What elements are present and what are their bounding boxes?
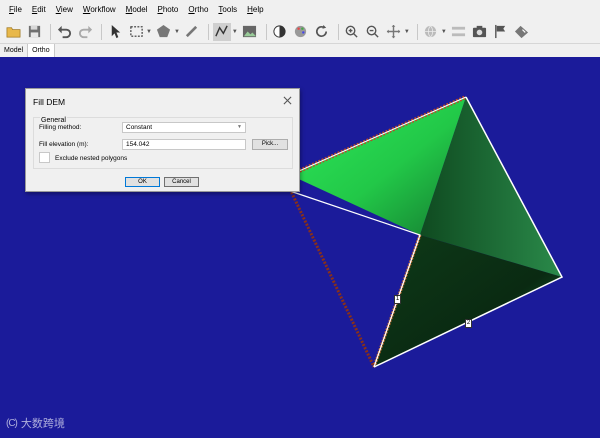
zoom-out-icon[interactable] — [364, 23, 382, 41]
fill-elevation-label: Fill elevation (m): — [39, 141, 89, 148]
camera-icon[interactable] — [471, 23, 489, 41]
flag-icon[interactable] — [492, 23, 510, 41]
toolbar-divider — [101, 23, 102, 40]
group-label: General — [40, 117, 67, 124]
zoom-in-icon[interactable] — [343, 23, 361, 41]
exclude-nested-label: Exclude nested polygons — [55, 155, 128, 162]
grid-icon[interactable] — [450, 23, 468, 41]
undo-icon[interactable] — [55, 23, 73, 41]
watermark-text: 大数跨境 — [20, 418, 65, 430]
menu-model[interactable]: Model — [121, 0, 153, 20]
menu-file[interactable]: File — [4, 0, 27, 20]
color-palette-icon[interactable] — [292, 23, 310, 41]
cancel-button[interactable]: Cancel — [164, 177, 199, 187]
menu-workflow[interactable]: Workflow — [78, 0, 121, 20]
chevron-down-icon[interactable]: ▼ — [441, 29, 447, 35]
refresh-icon[interactable] — [313, 23, 331, 41]
move-icon[interactable] — [385, 23, 403, 41]
menu-view[interactable]: View — [51, 0, 78, 20]
tab-model[interactable]: Model — [0, 44, 29, 57]
pick-button[interactable]: Pick... — [252, 139, 288, 150]
chevron-down-icon[interactable]: ▼ — [232, 29, 238, 35]
close-icon[interactable] — [281, 94, 293, 106]
shape-marker-label[interactable]: 1 — [394, 295, 401, 304]
pointer-icon[interactable] — [106, 23, 124, 41]
toolbar-divider — [337, 23, 339, 40]
menu-edit[interactable]: Edit — [27, 0, 51, 20]
contrast-icon[interactable] — [271, 23, 289, 41]
chevron-down-icon[interactable]: ▼ — [174, 29, 180, 35]
dialog-title: Fill DEM — [33, 97, 66, 107]
save-icon[interactable] — [25, 23, 43, 41]
watermark-logo-icon: (C) — [6, 417, 18, 429]
toolbar: ▼ ▼ ▼ ▼ ▼ — [0, 20, 600, 44]
menu-ortho[interactable]: Ortho — [183, 0, 213, 20]
menu-tools[interactable]: Tools — [213, 0, 242, 20]
toolbar-divider — [265, 23, 267, 40]
fill-dem-dialog: Fill DEM General Filling method: Constan… — [25, 88, 300, 192]
globe-icon[interactable] — [422, 23, 440, 41]
chevron-down-icon: ▼ — [237, 124, 242, 130]
filling-method-select[interactable]: Constant ▼ — [122, 122, 246, 133]
toolbar-divider — [50, 23, 51, 40]
image-icon[interactable] — [241, 23, 259, 41]
chevron-down-icon[interactable]: ▼ — [146, 29, 152, 35]
menu-help[interactable]: Help — [242, 0, 268, 20]
open-folder-icon[interactable] — [4, 23, 22, 41]
chevron-down-icon[interactable]: ▼ — [404, 29, 410, 35]
filling-method-value: Constant — [126, 124, 153, 131]
watermark: (C) 大数跨境 — [6, 415, 65, 431]
shape-edit-icon[interactable] — [513, 23, 531, 41]
tab-ortho[interactable]: Ortho — [28, 44, 55, 57]
fill-elevation-input[interactable]: 154.042 — [122, 139, 246, 150]
redo-icon[interactable] — [76, 23, 94, 41]
rectangle-selection-icon[interactable] — [127, 23, 145, 41]
shape-marker-label[interactable]: 2 — [465, 319, 472, 328]
toolbar-divider — [416, 23, 418, 40]
menu-bar: File Edit View Workflow Model Photo Orth… — [0, 0, 600, 20]
filling-method-label: Filling method: — [39, 124, 82, 131]
ruler-icon[interactable] — [183, 23, 201, 41]
polygon-icon[interactable] — [155, 23, 173, 41]
exclude-nested-checkbox[interactable] — [39, 152, 50, 163]
draw-polyline-icon[interactable] — [212, 22, 231, 41]
ok-button[interactable]: OK — [125, 177, 160, 187]
menu-photo[interactable]: Photo — [152, 0, 183, 20]
view-tabs: Model Ortho — [0, 44, 600, 57]
toolbar-divider — [207, 23, 209, 40]
